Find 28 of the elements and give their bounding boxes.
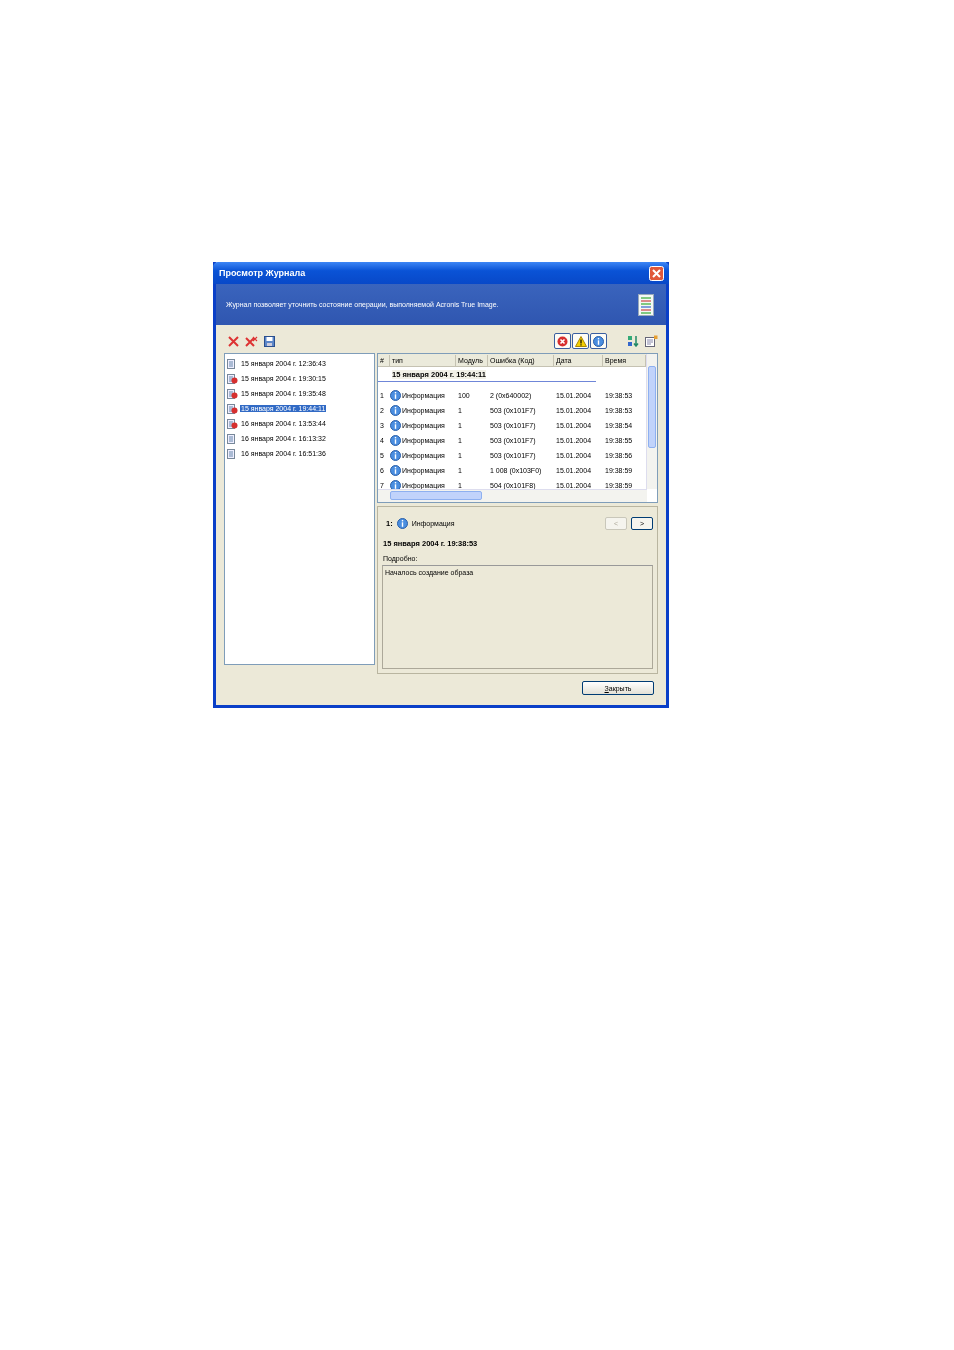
info-icon <box>390 465 401 476</box>
info-icon <box>390 450 401 461</box>
info-icon <box>390 390 401 401</box>
log-icon <box>227 448 238 459</box>
warning-filter-button[interactable] <box>572 333 589 349</box>
log-icon <box>227 433 238 444</box>
info-icon <box>390 480 401 489</box>
save-icon[interactable] <box>264 335 275 347</box>
info-icon <box>390 420 401 431</box>
log-error-icon <box>227 418 238 429</box>
properties-icon[interactable] <box>645 335 658 347</box>
log-error-icon <box>227 388 238 399</box>
info-icon <box>396 517 408 529</box>
info-filter-button[interactable] <box>590 333 607 349</box>
horizontal-scrollbar[interactable] <box>378 489 647 502</box>
log-error-icon <box>227 373 238 384</box>
delete-all-icon[interactable] <box>245 335 258 347</box>
log-document-icon <box>638 293 654 316</box>
info-icon <box>390 405 401 416</box>
log-error-icon <box>227 403 238 414</box>
vertical-scrollbar[interactable] <box>646 354 657 489</box>
window-title: Просмотр Журнала <box>219 268 307 278</box>
error-filter-button[interactable] <box>554 333 571 349</box>
delete-icon[interactable] <box>228 335 239 347</box>
info-icon <box>390 435 401 446</box>
close-icon[interactable] <box>649 265 664 281</box>
log-icon <box>227 358 238 369</box>
sort-icon[interactable] <box>627 335 639 347</box>
